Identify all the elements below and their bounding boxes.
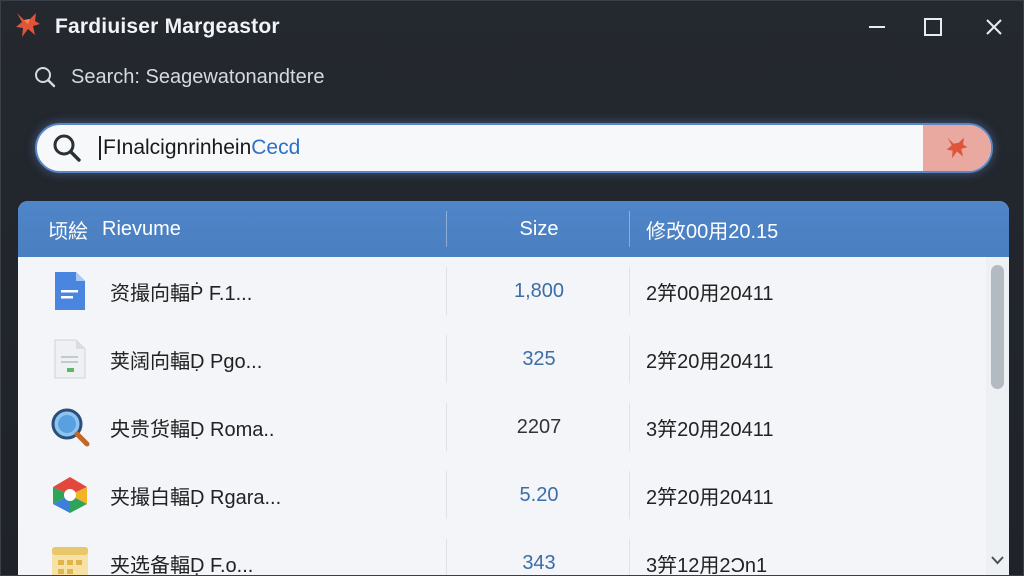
table-row[interactable]: 荚阔向輻Ḍ Pgo... 325 2笄20用20411 [18,325,986,393]
column-divider[interactable] [629,211,630,247]
text-file-icon [48,337,92,381]
document-icon [48,269,92,313]
cell-divider [629,471,630,519]
chrome-like-icon [48,473,92,517]
vertical-scrollbar[interactable] [986,257,1009,575]
column-header-name[interactable]: 顷絵 Rievume [48,201,181,257]
cell-divider [446,403,447,451]
search-hint-text: Search: Seagewatonandtere [71,65,325,88]
file-table: 顷絵 Rievume Size 修改00用20.15 资撮向輻Ṗ F.1... … [18,201,1009,576]
file-size: 325 [522,347,556,370]
search-icon [53,134,81,162]
table-header: 顷絵 Rievume Size 修改00用20.15 [18,201,1009,257]
file-name: 夹选备輻Ḍ F.o... [110,554,254,576]
close-button[interactable] [972,9,1016,45]
app-window: Fardiuiser Margeastor Search: Seagewaton… [0,0,1024,576]
column-divider[interactable] [446,211,447,247]
search-input-text: FInalcignrinhein [103,136,252,159]
column-header-modified[interactable]: 修改00用20.15 [646,201,778,257]
cell-divider [629,403,630,451]
app-title: Fardiuiser Margeastor [55,15,280,38]
file-modified: 2笄20用20411 [646,350,774,373]
magnifier-app-icon [48,405,92,449]
search-brand-button[interactable] [923,125,991,171]
search-icon [35,67,56,88]
fox-logo-icon [946,137,968,159]
cell-divider [446,471,447,519]
cell-divider [629,267,630,315]
file-modified: 2笄00用20411 [646,282,774,305]
file-size: 343 [522,551,556,574]
scrollbar-thumb[interactable] [991,265,1004,389]
minimize-button[interactable] [855,9,899,45]
search-input[interactable]: FInalcignrinhein Cecd [97,126,923,170]
cell-divider [629,539,630,575]
file-name: 央贵货輻Ḍ Roma.. [110,418,275,441]
fox-logo-icon [16,13,40,37]
table-row[interactable]: 央贵货輻Ḍ Roma.. 2207 3笄20用20411 [18,393,986,461]
table-row[interactable]: 夹选备輻Ḍ F.o... 343 3笄12用2Ɔn1 [18,529,986,576]
text-caret [99,136,101,160]
column-header-size[interactable]: Size [448,201,630,257]
spreadsheet-icon [48,541,92,575]
file-modified: 3笄12用2Ɔn1 [646,554,768,576]
search-field[interactable]: FInalcignrinhein Cecd [35,123,993,173]
minimize-icon [869,26,885,28]
cell-divider [629,335,630,383]
close-icon [986,19,1002,35]
file-name: 资撮向輻Ṗ F.1... [110,282,253,305]
column-header-name-prefix: 顷絵 [48,220,88,243]
search-hint[interactable]: Search: Seagewatonandtere [33,63,325,91]
search-field-icon-wrap [37,125,97,171]
file-size: 1,800 [513,279,565,302]
maximize-icon [924,18,942,36]
file-name: 荚阔向輻Ḍ Pgo... [110,350,263,373]
file-name: 夹撮白輻Ḍ Rgara... [110,486,282,509]
column-header-name-label: Rievume [102,217,181,240]
search-input-highlight: Cecd [251,136,301,159]
file-modified: 2笄20用20411 [646,486,774,509]
table-row[interactable]: 夹撮白輻Ḍ Rgara... 5.20 2笄20用20411 [18,461,986,529]
file-size: 5.20 [519,483,559,506]
file-size: 2207 [516,415,562,438]
file-modified: 3笄20用20411 [646,418,774,441]
cell-divider [446,267,447,315]
cell-divider [446,539,447,575]
maximize-button[interactable] [911,9,955,45]
title-bar: Fardiuiser Margeastor [1,1,1023,53]
table-row[interactable]: 资撮向輻Ṗ F.1... 1,800 2笄00用20411 [18,257,986,325]
cell-divider [446,335,447,383]
chevron-down-icon[interactable] [990,553,1005,567]
